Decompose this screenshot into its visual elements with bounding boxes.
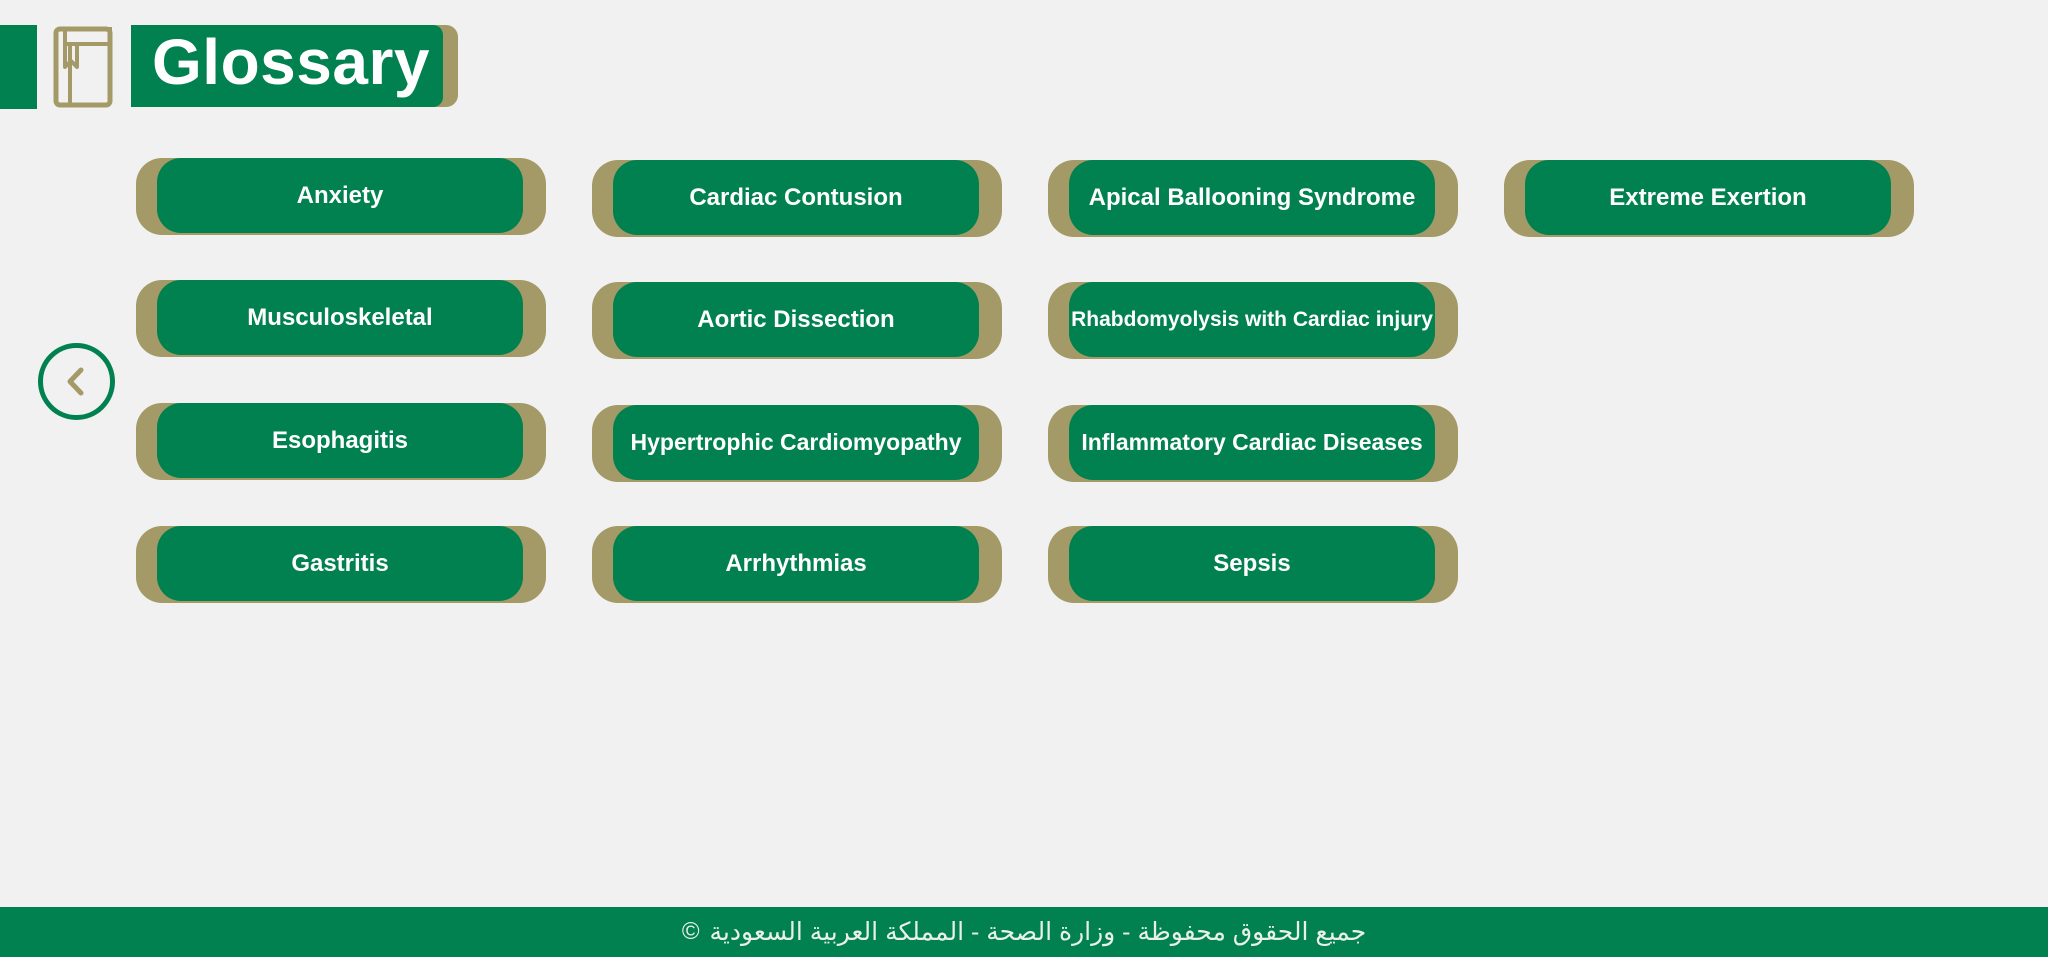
glossary-item-arrhythmias[interactable]: Arrhythmias: [592, 526, 1002, 603]
footer: © جميع الحقوق محفوظة - وزارة الصحة - الم…: [0, 907, 2048, 957]
page-title-banner: Glossary: [131, 25, 458, 107]
glossary-item-cardiac-contusion[interactable]: Cardiac Contusion: [592, 160, 1002, 237]
glossary-item-label: Arrhythmias: [613, 526, 979, 601]
copyright-icon: ©: [681, 918, 700, 945]
glossary-item-apical-ballooning-syndrome[interactable]: Apical Ballooning Syndrome: [1048, 160, 1458, 237]
glossary-item-label: Anxiety: [157, 158, 523, 233]
glossary-item-label: Inflammatory Cardiac Diseases: [1069, 405, 1435, 480]
glossary-item-label: Apical Ballooning Syndrome: [1069, 160, 1435, 235]
glossary-item-musculoskeletal[interactable]: Musculoskeletal: [136, 280, 546, 357]
glossary-item-rhabdomyolysis-with-cardiac-injury[interactable]: Rhabdomyolysis with Cardiac injury: [1048, 282, 1458, 359]
glossary-item-label: Cardiac Contusion: [613, 160, 979, 235]
glossary-item-label: Sepsis: [1069, 526, 1435, 601]
header-accent-bar: [0, 25, 37, 109]
glossary-item-label: Gastritis: [157, 526, 523, 601]
glossary-item-label: Musculoskeletal: [157, 280, 523, 355]
glossary-item-label: Hypertrophic Cardiomyopathy: [613, 405, 979, 480]
glossary-item-sepsis[interactable]: Sepsis: [1048, 526, 1458, 603]
glossary-item-inflammatory-cardiac-diseases[interactable]: Inflammatory Cardiac Diseases: [1048, 405, 1458, 482]
book-icon: [52, 25, 116, 111]
glossary-item-gastritis[interactable]: Gastritis: [136, 526, 546, 603]
glossary-item-aortic-dissection[interactable]: Aortic Dissection: [592, 282, 1002, 359]
chevron-left-icon: [67, 367, 84, 396]
glossary-item-label: Extreme Exertion: [1525, 160, 1891, 235]
glossary-item-anxiety[interactable]: Anxiety: [136, 158, 546, 235]
page-title: Glossary: [131, 25, 443, 107]
glossary-item-label: Rhabdomyolysis with Cardiac injury: [1069, 282, 1435, 357]
glossary-item-esophagitis[interactable]: Esophagitis: [136, 403, 546, 480]
glossary-item-label: Aortic Dissection: [613, 282, 979, 357]
glossary-item-label: Esophagitis: [157, 403, 523, 478]
footer-text: جميع الحقوق محفوظة - وزارة الصحة - الممل…: [709, 918, 1367, 946]
glossary-item-extreme-exertion[interactable]: Extreme Exertion: [1504, 160, 1914, 237]
glossary-item-hypertrophic-cardiomyopathy[interactable]: Hypertrophic Cardiomyopathy: [592, 405, 1002, 482]
back-button[interactable]: [38, 343, 115, 420]
